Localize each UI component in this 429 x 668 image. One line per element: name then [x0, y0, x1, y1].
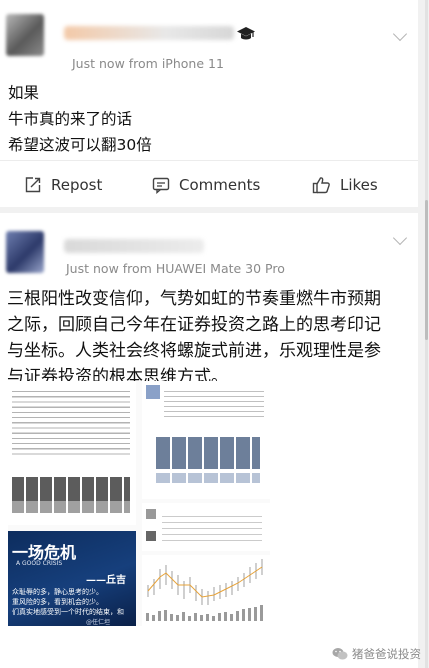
repost-icon [25, 176, 41, 192]
post-text-line: 牛市真的来了的话 [8, 110, 133, 128]
collage-stock-chart-thumb[interactable] [142, 555, 270, 626]
banner-author: ——丘吉 [86, 575, 126, 586]
banner-subtitle: A GOOD CRISIS [16, 560, 63, 567]
post-meta: Just now from HUAWEI Mate 30 Pro [66, 261, 285, 276]
post-text-line: 三根阳性改变信仰，气势如虹的节奏重燃牛市预期 [7, 289, 381, 309]
chevron-down-icon[interactable] [392, 26, 408, 42]
banner-line: 众耻辱的多，静心思考的少。 [12, 588, 103, 596]
chevron-down-icon[interactable] [392, 230, 408, 246]
collage-article-thumb[interactable] [8, 381, 136, 525]
repost-label: Repost [51, 175, 103, 194]
post-text-line: 之际，回顾自己今年在证券投资之路上的思考印记 [7, 315, 381, 335]
likes-label: Likes [340, 175, 378, 194]
comment-icon [152, 177, 170, 194]
weibo-post-2: Just now from HUAWEI Mate 30 Pro 三根阳性改变信… [0, 213, 421, 668]
like-icon [312, 176, 330, 193]
banner-line: 重风险的多，看到机会的少。 [12, 598, 103, 606]
watermark-label: 猪爸爸说投资 [352, 647, 421, 661]
comments-label: Comments [179, 175, 261, 194]
user-name[interactable] [64, 239, 204, 253]
weibo-post-1: Just now from iPhone 11 如果 牛市真的来了的话 希望这波… [0, 0, 418, 207]
stock-chart-image [146, 559, 263, 621]
collage-comments-thumb[interactable] [142, 503, 270, 551]
scrollbar-thumb[interactable] [425, 200, 428, 340]
banner-handle: @任仁坦 [86, 619, 111, 626]
collage-banner-thumb[interactable]: 一场危机 A GOOD CRISIS ——丘吉 众耻辱的多，静心思考的少。 重风… [8, 531, 136, 626]
repost-button[interactable]: Repost [24, 161, 102, 208]
likes-button[interactable]: Likes [312, 161, 378, 208]
post-meta: Just now from iPhone 11 [72, 56, 224, 71]
post-text-line: 与坐标。人类社会终将螺旋式前进，乐观理性是参 [7, 341, 381, 361]
post-text-line: 希望这波可以翻30倍 [8, 136, 152, 154]
image-collage[interactable]: 一场危机 A GOOD CRISIS ——丘吉 众耻辱的多，静心思考的少。 重风… [8, 381, 270, 626]
collage-profile-thumb[interactable] [142, 381, 270, 499]
banner-line: 们真实地感受到一个时代的结束，和 [12, 608, 124, 616]
action-bar: Repost Comments Likes [0, 160, 418, 208]
post-text-line: 如果 [8, 84, 40, 102]
comments-button[interactable]: Comments [152, 161, 260, 208]
mortarboard-icon [237, 27, 255, 40]
wechat-icon [332, 648, 348, 660]
avatar[interactable] [6, 231, 44, 273]
user-name[interactable] [64, 26, 234, 40]
watermark: 猪爸爸说投资 [332, 646, 421, 662]
avatar[interactable] [6, 14, 44, 56]
